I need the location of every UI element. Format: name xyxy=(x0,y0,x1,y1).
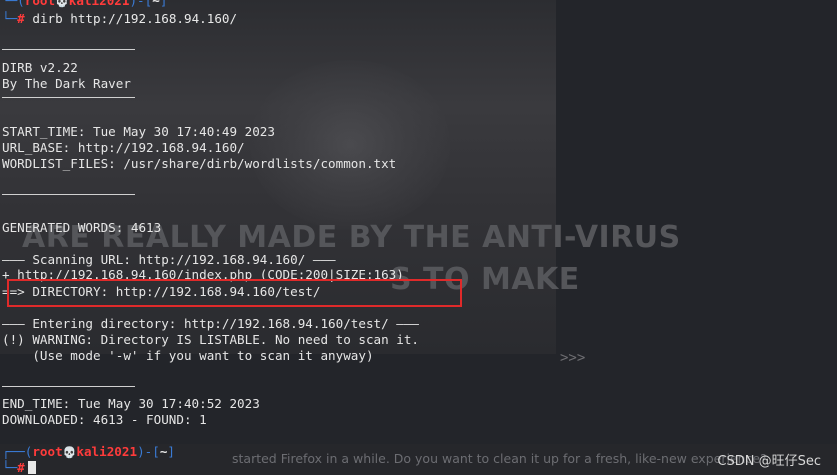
warning-listable: (!) WARNING: Directory IS LISTABLE. No n… xyxy=(2,332,420,347)
divider xyxy=(2,49,135,50)
chevrons-decoration: >>> xyxy=(560,350,586,366)
watermark: CSDN @旺仔Sec xyxy=(717,454,821,469)
divider xyxy=(2,194,135,195)
start-time: START_TIME: Tue May 30 17:40:49 2023 xyxy=(2,124,275,139)
url-base: URL_BASE: http://192.168.94.160/ xyxy=(2,140,245,155)
dirb-author: By The Dark Raver xyxy=(2,76,131,91)
prompt-input-line[interactable]: └─# xyxy=(2,460,36,475)
wordlist-files: WORDLIST_FILES: /usr/share/dirb/wordlist… xyxy=(2,156,397,171)
scanning-url: ——— Scanning URL: http://192.168.94.160/… xyxy=(2,252,336,267)
prompt-bottom-header: ┌──(root💀kali2021)-[~] xyxy=(2,444,175,459)
highlight-box xyxy=(7,279,462,307)
text-cursor xyxy=(27,461,36,474)
wallpaper-face xyxy=(250,60,450,230)
end-time: END_TIME: Tue May 30 17:40:52 2023 xyxy=(2,396,260,411)
prompt-top-header: └─(root💀kali2021)-[~] xyxy=(2,0,168,8)
dirb-version: DIRB v2.22 xyxy=(2,60,78,75)
downloaded-count: DOWNLOADED: 4613 - FOUND: 1 xyxy=(2,412,207,427)
divider xyxy=(2,97,135,98)
generated-words: GENERATED WORDS: 4613 xyxy=(2,220,162,235)
entering-directory: ——— Entering directory: http://192.168.9… xyxy=(2,316,420,331)
prompt-command-line: └─# dirb http://192.168.94.160/ xyxy=(2,11,238,26)
command-text: dirb http://192.168.94.160/ xyxy=(32,11,238,26)
terminal-window[interactable]: ARE REALLY MADE BY THE ANTI-VIRUS S TO M… xyxy=(0,0,837,475)
warning-mode: (Use mode '-w' if you want to scan it an… xyxy=(2,348,374,363)
firefox-notification-text: started Firefox in a while. Do you want … xyxy=(232,451,767,466)
divider xyxy=(2,386,135,387)
